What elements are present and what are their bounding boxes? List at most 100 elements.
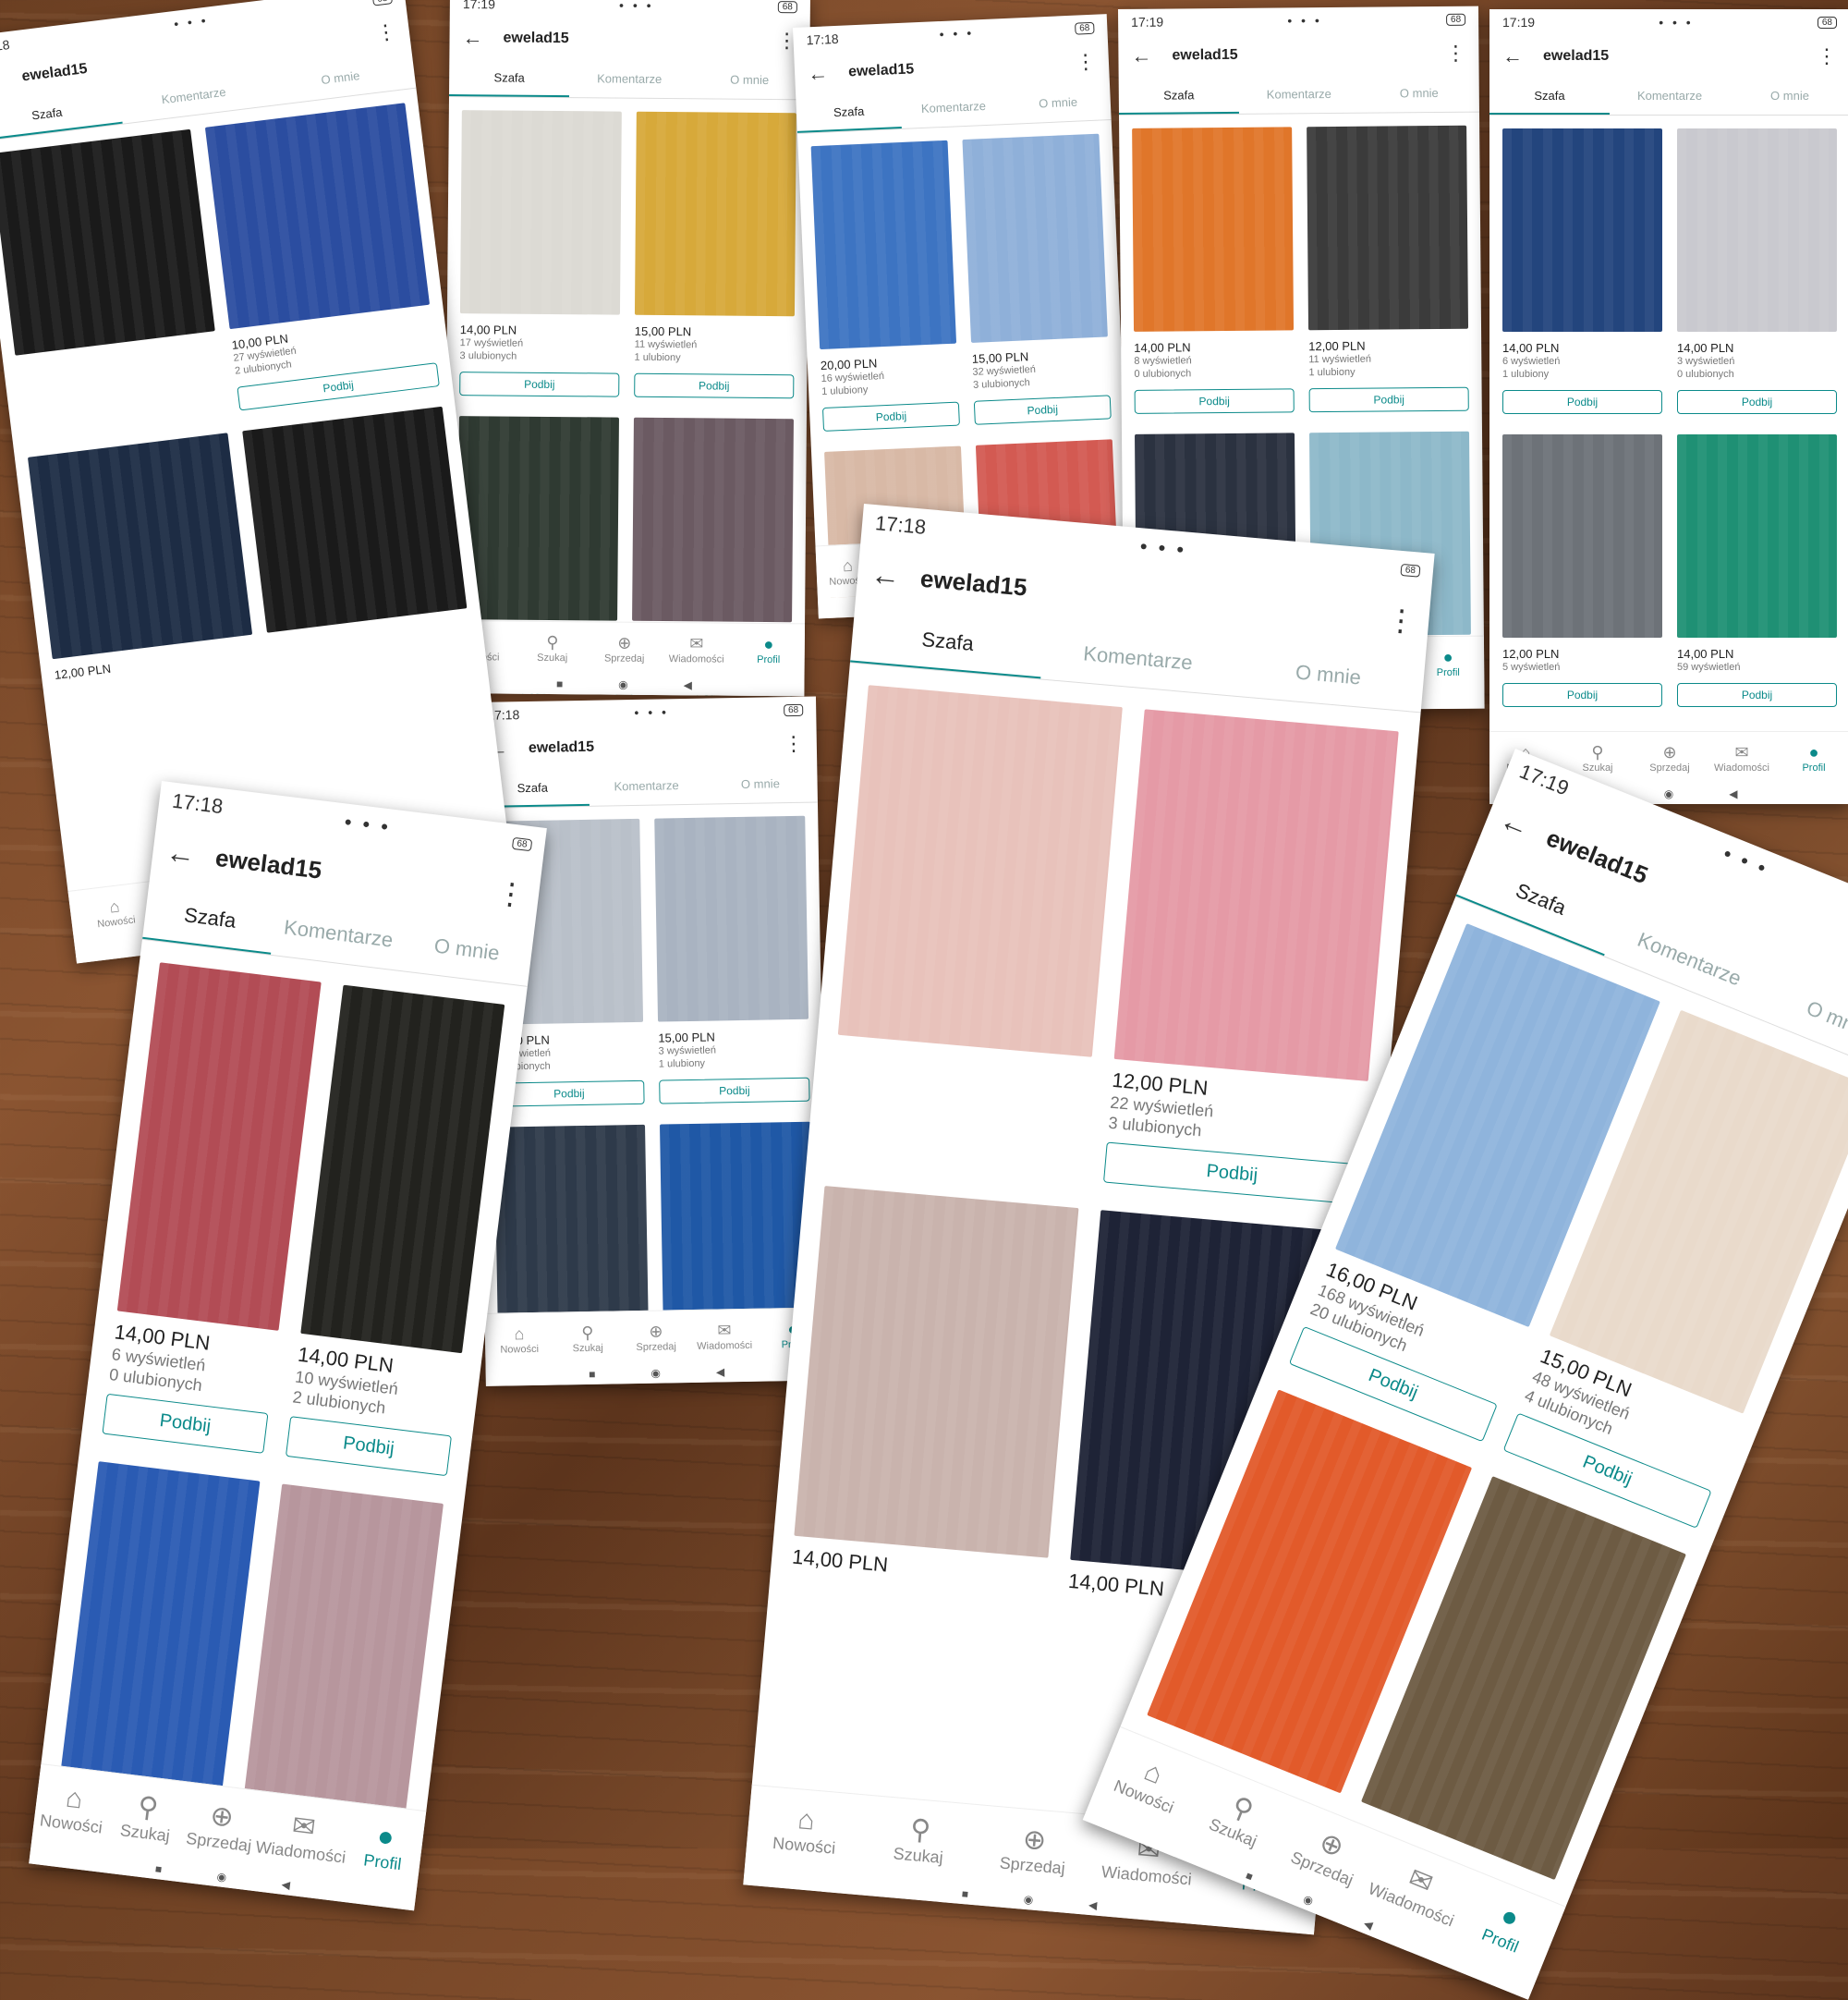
- nav-search[interactable]: ⚲Szukaj: [553, 1311, 623, 1364]
- listing-card[interactable]: 12,00 PLN5 wyświetleńPodbij: [1502, 434, 1662, 713]
- bump-button[interactable]: Podbij: [634, 373, 794, 399]
- bump-button[interactable]: Podbij: [659, 1078, 809, 1104]
- nav-mail[interactable]: ✉Wiadomości: [690, 1310, 760, 1362]
- listing-photo[interactable]: [205, 103, 430, 329]
- bump-button[interactable]: Podbij: [102, 1394, 268, 1454]
- listing-card[interactable]: 15,00 PLN11 wyświetleń1 ulubionyPodbij: [634, 112, 796, 404]
- kebab-icon[interactable]: ⋮: [1445, 42, 1465, 66]
- kebab-icon[interactable]: ⋮: [1075, 50, 1096, 75]
- listing-card[interactable]: 14,00 PLN6 wyświetleń0 ulubionychPodbij: [102, 962, 322, 1459]
- nav-home[interactable]: ⌂Nowości: [485, 1313, 554, 1366]
- tab-wardrobe[interactable]: Szafa: [1119, 77, 1239, 115]
- back-triangle-icon[interactable]: ◀: [1729, 787, 1737, 800]
- kebab-icon[interactable]: ⋮: [494, 874, 528, 913]
- listing-photo[interactable]: [28, 433, 252, 659]
- nav-plus-circle[interactable]: ⊕Sprzedaj: [179, 1783, 262, 1871]
- listing-card[interactable]: 20,00 PLN16 wyświetleń1 ulubionyPodbij: [811, 140, 961, 437]
- listing-card[interactable]: 12,00 PLN: [28, 433, 255, 682]
- bump-button[interactable]: Podbij: [974, 395, 1112, 424]
- listing-photo[interactable]: [0, 129, 215, 356]
- bump-button[interactable]: Podbij: [1502, 683, 1662, 707]
- listing-photo[interactable]: [460, 110, 622, 315]
- bump-button[interactable]: Podbij: [822, 402, 960, 432]
- listing-photo[interactable]: [811, 140, 956, 349]
- kebab-icon[interactable]: ⋮: [374, 19, 397, 45]
- bump-button[interactable]: Podbij: [1502, 390, 1662, 414]
- recents-icon[interactable]: ■: [1244, 1869, 1255, 1884]
- nav-search[interactable]: ⚲Szukaj: [517, 622, 589, 675]
- recents-icon[interactable]: ■: [589, 1368, 595, 1381]
- nav-profile[interactable]: ●Profil: [343, 1802, 426, 1890]
- arrow-left-icon[interactable]: ←: [462, 26, 482, 50]
- listing-photo[interactable]: [962, 134, 1107, 343]
- bump-button[interactable]: Podbij: [459, 372, 619, 397]
- listing-photo[interactable]: [1132, 127, 1294, 332]
- listing-photo[interactable]: [632, 418, 794, 623]
- listing-photo[interactable]: [838, 685, 1123, 1057]
- bump-button[interactable]: Podbij: [1677, 683, 1837, 707]
- listing-card[interactable]: 12,00 PLN11 wyświetleń1 ulubionyPodbij: [1307, 126, 1469, 418]
- listing-card[interactable]: 14,00 PLN10 wyświetleń2 ulubionychPodbij: [285, 985, 505, 1482]
- listing-card[interactable]: 15,00 PLN32 wyświetleń3 ulubionychPodbij: [962, 134, 1112, 431]
- kebab-icon[interactable]: ⋮: [1817, 44, 1837, 68]
- home-button-icon[interactable]: ◉: [618, 678, 628, 691]
- tab-comments[interactable]: Komentarze: [590, 767, 704, 806]
- listing-photo[interactable]: [1307, 126, 1468, 331]
- tab-comments[interactable]: Komentarze: [1610, 78, 1730, 115]
- home-button-icon[interactable]: ◉: [1302, 1892, 1316, 1908]
- listing-photo[interactable]: [660, 1122, 814, 1328]
- listing-card[interactable]: [827, 685, 1123, 1186]
- nav-plus-circle[interactable]: ⊕Sprzedaj: [622, 1311, 691, 1363]
- listing-photo[interactable]: [300, 985, 505, 1354]
- bump-button[interactable]: Podbij: [286, 1416, 452, 1476]
- tab-about[interactable]: O mnie: [1359, 75, 1479, 113]
- recents-icon[interactable]: ■: [154, 1862, 163, 1876]
- nav-plus-circle[interactable]: ⊕Sprzedaj: [1634, 732, 1706, 784]
- back-triangle-icon[interactable]: ◀: [684, 678, 692, 691]
- listing-photo[interactable]: [794, 1186, 1078, 1558]
- bump-button[interactable]: Podbij: [493, 1080, 644, 1107]
- tab-wardrobe[interactable]: Szafa: [449, 59, 569, 97]
- tab-wardrobe[interactable]: Szafa: [796, 91, 902, 133]
- tab-about[interactable]: O mnie: [703, 765, 818, 804]
- recents-icon[interactable]: ■: [961, 1887, 968, 1901]
- tab-about[interactable]: O mnie: [1730, 78, 1848, 115]
- kebab-icon[interactable]: ⋮: [1385, 602, 1417, 640]
- nav-search[interactable]: ⚲Szukaj: [859, 1796, 980, 1884]
- listing-card[interactable]: 14,00 PLN17 wyświetleń3 ulubionychPodbij: [459, 110, 622, 402]
- listing-card[interactable]: 10,00 PLN27 wyświetleń2 ulubionychPodbij: [205, 103, 441, 416]
- listing-card[interactable]: [242, 407, 469, 656]
- listing-card[interactable]: 14,00 PLN8 wyświetleń0 ulubionychPodbij: [1132, 127, 1295, 419]
- home-button-icon[interactable]: ◉: [1664, 787, 1673, 800]
- arrow-left-icon[interactable]: ←: [1502, 44, 1523, 68]
- nav-profile[interactable]: ●Profil: [1778, 732, 1848, 784]
- listing-card[interactable]: 15,00 PLN3 wyświetleń1 ulubionyPodbij: [654, 816, 809, 1110]
- bump-button[interactable]: Podbij: [1309, 387, 1469, 413]
- listing-card[interactable]: 14,00 PLN6 wyświetleń1 ulubionyPodbij: [1502, 128, 1662, 420]
- nav-plus-circle[interactable]: ⊕Sprzedaj: [973, 1805, 1094, 1894]
- listing-photo[interactable]: [494, 1125, 649, 1331]
- tab-comments[interactable]: Komentarze: [900, 87, 1006, 128]
- nav-mail[interactable]: ✉Wiadomości: [661, 623, 733, 676]
- listing-photo[interactable]: [635, 112, 796, 317]
- nav-home[interactable]: ⌂Nowości: [31, 1764, 115, 1852]
- listing-photo[interactable]: [242, 407, 467, 633]
- arrow-left-icon[interactable]: ←: [164, 835, 198, 872]
- listing-card[interactable]: 12,00 PLN22 wyświetleń3 ulubionychPodbij: [1102, 709, 1398, 1210]
- arrow-left-icon[interactable]: ←: [808, 61, 829, 86]
- listing-photo[interactable]: [1677, 128, 1837, 332]
- back-triangle-icon[interactable]: ◀: [1362, 1917, 1375, 1932]
- home-button-icon[interactable]: ◉: [1023, 1893, 1034, 1907]
- listing-card[interactable]: [0, 129, 225, 443]
- listing-photo[interactable]: [457, 416, 619, 621]
- listing-photo[interactable]: [117, 962, 322, 1331]
- listing-card[interactable]: 14,00 PLN3 wyświetleń0 ulubionychPodbij: [1677, 128, 1837, 420]
- arrow-left-icon[interactable]: ←: [869, 557, 902, 594]
- nav-mail[interactable]: ✉Wiadomości: [1706, 732, 1778, 784]
- tab-comments[interactable]: Komentarze: [1239, 76, 1359, 114]
- arrow-left-icon[interactable]: ←: [1131, 44, 1151, 68]
- arrow-left-icon[interactable]: ←: [0, 67, 4, 93]
- nav-home[interactable]: ⌂Nowości: [745, 1786, 866, 1874]
- nav-plus-circle[interactable]: ⊕Sprzedaj: [589, 622, 661, 675]
- tab-wardrobe[interactable]: Szafa: [1489, 78, 1610, 115]
